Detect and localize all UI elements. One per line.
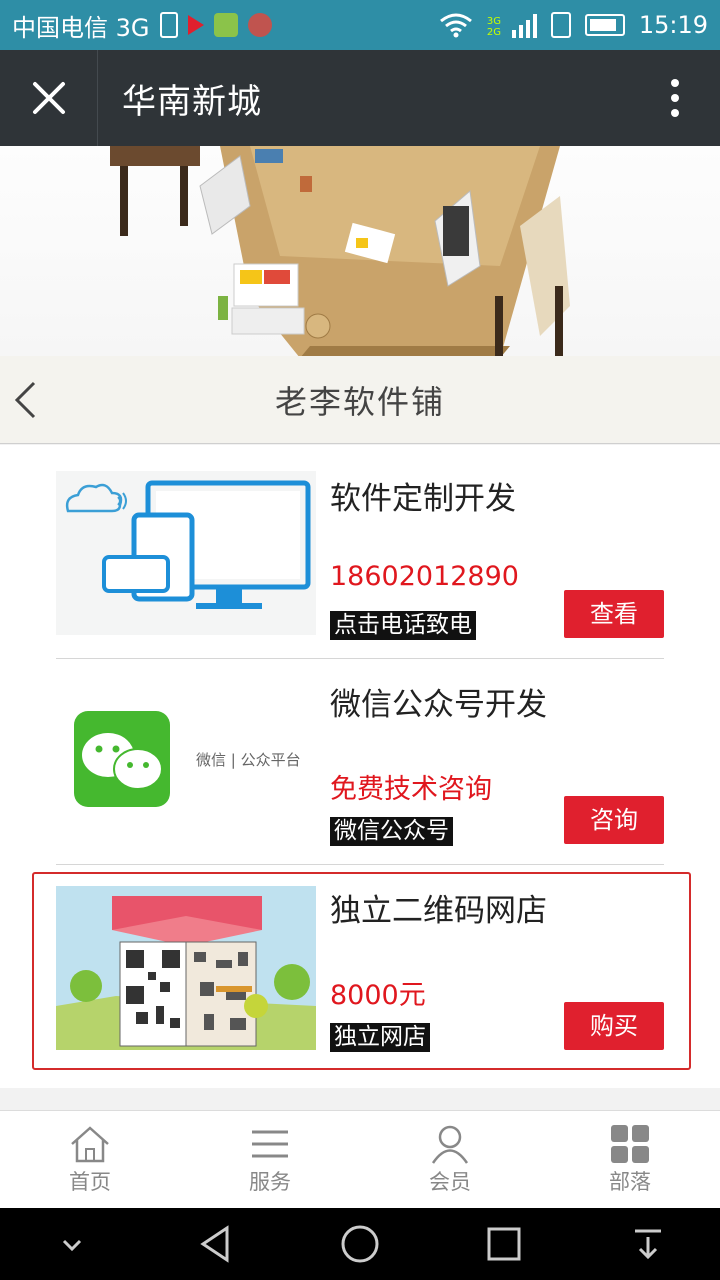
grid-icon bbox=[611, 1124, 649, 1163]
product-tag: 点击电话致电 bbox=[330, 611, 476, 640]
devices-illustration bbox=[65, 480, 311, 609]
tab-label: 首页 bbox=[69, 1169, 111, 1194]
product-price: 免费技术咨询 bbox=[330, 774, 492, 805]
product-image[interactable]: 微信 | 公众平台 bbox=[56, 677, 316, 841]
list-item[interactable]: 独立二维码网店 8000元 独立网店 购买 bbox=[56, 857, 664, 1063]
product-price: 8000元 bbox=[330, 980, 426, 1011]
banner-image bbox=[0, 146, 720, 358]
close-button[interactable] bbox=[0, 50, 98, 146]
tab-label: 部落 bbox=[609, 1169, 651, 1194]
tab-home[interactable]: 首页 bbox=[0, 1111, 180, 1208]
clock: 15:19 bbox=[638, 11, 708, 39]
tab-label: 服务 bbox=[249, 1169, 291, 1194]
list-item[interactable]: 微信 | 公众平台 微信公众号开发 免费技术咨询 微信公众号 咨询 bbox=[56, 651, 664, 857]
product-image[interactable] bbox=[56, 471, 316, 635]
status-bar: 中国电信 3G 3G 2G 15:19 bbox=[0, 0, 720, 50]
battery-saver-icon bbox=[159, 12, 178, 38]
more-vertical-icon bbox=[671, 79, 679, 117]
shop-title: 老李软件铺 bbox=[274, 382, 445, 421]
product-price[interactable]: 18602012890 bbox=[330, 561, 519, 592]
notification-pulldown-icon[interactable] bbox=[627, 1223, 669, 1265]
tab-services[interactable]: 服务 bbox=[180, 1111, 360, 1208]
message-notification-icon bbox=[247, 13, 272, 37]
tab-tribe[interactable]: 部落 bbox=[540, 1111, 720, 1208]
carrier-label: 中国电信 3G bbox=[12, 13, 150, 42]
desk-illustration bbox=[110, 146, 570, 358]
wechat-logo: 微信 | 公众平台 bbox=[74, 711, 301, 807]
close-icon bbox=[32, 82, 65, 114]
product-name: 微信公众号开发 bbox=[330, 687, 547, 723]
list-item[interactable]: 软件定制开发 18602012890 点击电话致电 查看 bbox=[56, 445, 664, 651]
product-image[interactable] bbox=[56, 886, 316, 1050]
product-tag: 微信公众号 bbox=[330, 817, 453, 846]
tab-member[interactable]: 会员 bbox=[360, 1111, 540, 1208]
wechat-caption: 微信 | 公众平台 bbox=[196, 751, 301, 769]
sim-icon bbox=[550, 12, 571, 38]
app-notification-icon bbox=[213, 13, 238, 37]
home-icon bbox=[71, 1125, 109, 1162]
product-list: 软件定制开发 18602012890 点击电话致电 查看 微信 | 公众平台 微… bbox=[0, 445, 720, 1088]
qr-building-illustration bbox=[56, 886, 316, 1050]
back-button[interactable] bbox=[12, 378, 52, 422]
product-name: 独立二维码网店 bbox=[330, 893, 547, 929]
list-icon bbox=[252, 1130, 288, 1157]
product-tag: 独立网店 bbox=[330, 1023, 430, 1052]
network-badge: 3G 2G bbox=[486, 16, 501, 38]
wifi-icon bbox=[439, 13, 472, 38]
bottom-tab-bar: 首页 服务 会员 部落 bbox=[0, 1110, 720, 1208]
page-title: 华南新城 bbox=[122, 81, 262, 122]
battery-icon bbox=[584, 14, 625, 36]
system-nav-bar bbox=[0, 1208, 720, 1280]
buy-button[interactable]: 购买 bbox=[564, 1002, 664, 1050]
chevron-left-icon bbox=[14, 381, 36, 419]
back-triangle-icon[interactable] bbox=[195, 1223, 237, 1265]
user-icon bbox=[431, 1125, 469, 1164]
home-circle-icon[interactable] bbox=[339, 1223, 381, 1265]
tab-label: 会员 bbox=[429, 1169, 471, 1194]
shop-header: 老李软件铺 bbox=[0, 356, 720, 444]
title-bar: 华南新城 bbox=[0, 50, 720, 146]
consult-button[interactable]: 咨询 bbox=[564, 796, 664, 844]
signal-icon: 3G 2G bbox=[487, 12, 537, 38]
chevron-down-icon[interactable] bbox=[51, 1223, 93, 1265]
more-button[interactable] bbox=[630, 50, 720, 146]
video-icon bbox=[187, 15, 204, 35]
product-name: 软件定制开发 bbox=[330, 481, 516, 517]
view-button[interactable]: 查看 bbox=[564, 590, 664, 638]
recents-square-icon[interactable] bbox=[483, 1223, 525, 1265]
